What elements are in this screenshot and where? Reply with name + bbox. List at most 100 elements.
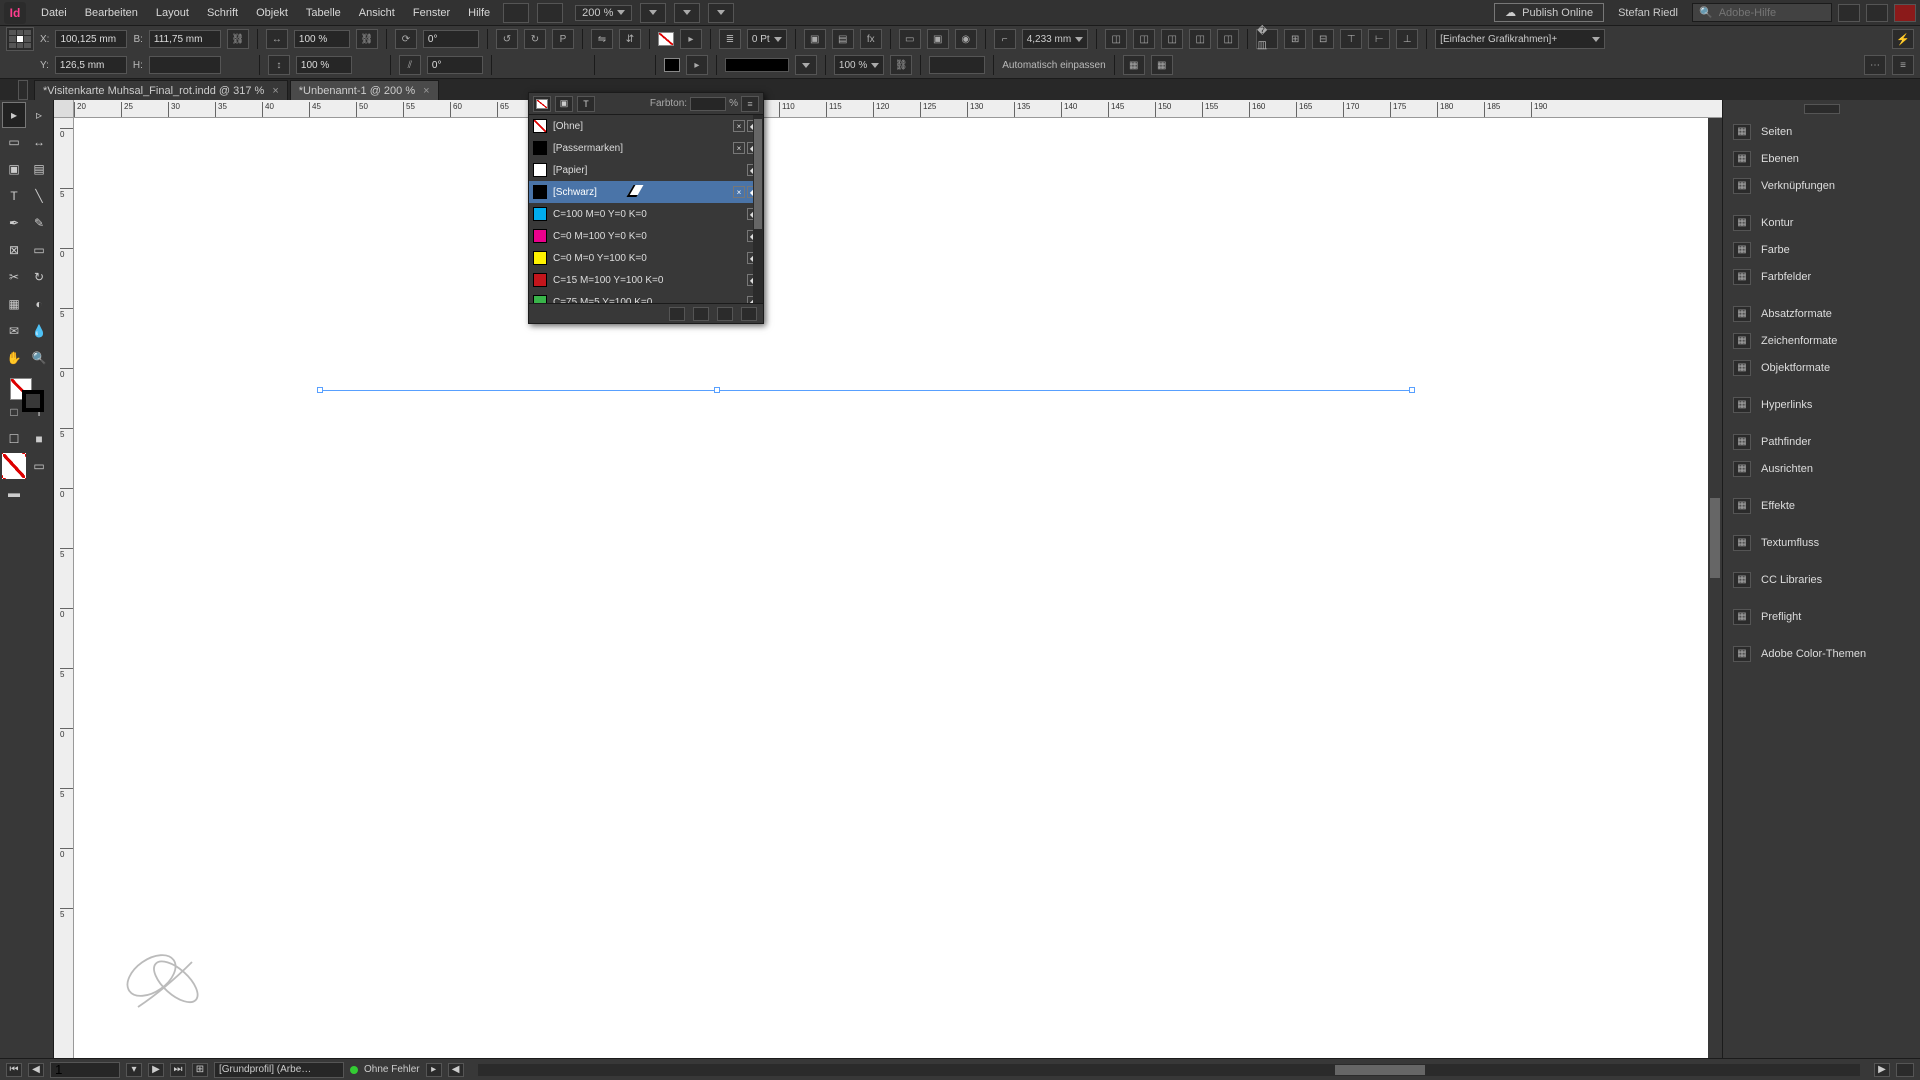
tint-input[interactable] xyxy=(690,97,726,111)
panel-button-ausrichten[interactable]: ▦Ausrichten xyxy=(1723,455,1920,482)
swatch-row[interactable]: C=15 M=100 Y=100 K=0◆ xyxy=(529,269,763,291)
flip-h-icon[interactable]: ⇋ xyxy=(591,29,613,49)
panel-button-farbfelder[interactable]: ▦Farbfelder xyxy=(1723,263,1920,290)
align-bottom-icon[interactable]: ⊥ xyxy=(1396,29,1418,49)
content-unassigned-icon[interactable]: fx xyxy=(860,29,882,49)
apply-color-icon[interactable]: ■ xyxy=(27,426,51,452)
content-text-icon[interactable]: ▤ xyxy=(832,29,854,49)
page-area[interactable] xyxy=(74,118,1722,1058)
canvas[interactable]: 2025303540455055606585909510010511011512… xyxy=(54,100,1722,1058)
publish-online-button[interactable]: ☁ Publish Online xyxy=(1494,3,1604,22)
collapse-tabs-icon[interactable] xyxy=(18,80,28,100)
selection-tool[interactable]: ▸ xyxy=(2,102,26,128)
character-mode-icon[interactable]: P xyxy=(552,29,574,49)
close-icon[interactable]: × xyxy=(272,85,278,97)
gradient-feather-tool[interactable]: ◐ xyxy=(27,291,51,317)
open-navigator-icon[interactable]: ⊞ xyxy=(192,1063,208,1077)
panel-button-objektformate[interactable]: ▦Objektformate xyxy=(1723,354,1920,381)
panel-button-adobe-color-themen[interactable]: ▦Adobe Color-Themen xyxy=(1723,640,1920,667)
page-number-input[interactable] xyxy=(50,1062,120,1078)
help-search[interactable]: 🔍 xyxy=(1692,3,1832,22)
shear-input[interactable] xyxy=(427,56,483,74)
fit-content-icon[interactable]: ◫ xyxy=(1105,29,1127,49)
ruler-vertical[interactable]: 05050505050505 xyxy=(54,118,74,1058)
align-center-icon[interactable]: ⊞ xyxy=(1284,29,1306,49)
menu-object[interactable]: Objekt xyxy=(247,1,297,25)
normal-view-icon[interactable]: ▭ xyxy=(27,453,51,479)
menu-table[interactable]: Tabelle xyxy=(297,1,350,25)
free-transform-tool[interactable]: ↻ xyxy=(27,264,51,290)
note-tool[interactable]: ✉ xyxy=(2,318,26,344)
stroke-weight-input[interactable]: 0 Pt xyxy=(747,29,787,49)
stroke-style-dropdown[interactable] xyxy=(795,55,817,75)
pencil-tool[interactable]: ✎ xyxy=(27,210,51,236)
w-input[interactable] xyxy=(149,30,221,48)
center-content-icon[interactable]: ◫ xyxy=(1217,29,1239,49)
panel-button-textumfluss[interactable]: ▦Textumfluss xyxy=(1723,529,1920,556)
panel-button-absatzformate[interactable]: ▦Absatzformate xyxy=(1723,300,1920,327)
last-spread-icon[interactable]: ⏭ xyxy=(170,1063,186,1077)
swatch-row[interactable]: [Ohne]×◆ xyxy=(529,115,763,137)
user-name[interactable]: Stefan Riedl xyxy=(1618,7,1678,19)
prev-spread-icon[interactable]: ◀ xyxy=(28,1063,44,1077)
swatch-row[interactable]: C=0 M=100 Y=0 K=0◆ xyxy=(529,225,763,247)
swatch-row[interactable]: [Passermarken]×◆ xyxy=(529,137,763,159)
rotate-input[interactable] xyxy=(423,30,479,48)
panel-button-kontur[interactable]: ▦Kontur xyxy=(1723,209,1920,236)
gpu-toggle-2[interactable] xyxy=(537,3,563,23)
align-right-icon[interactable]: ⊟ xyxy=(1312,29,1334,49)
delete-swatch-icon[interactable] xyxy=(741,307,757,321)
panel-button-farbe[interactable]: ▦Farbe xyxy=(1723,236,1920,263)
swatch-row[interactable]: C=100 M=0 Y=0 K=0◆ xyxy=(529,203,763,225)
fit-sx-input[interactable]: 100 % xyxy=(834,55,884,75)
y-input[interactable] xyxy=(55,56,127,74)
window-minimize[interactable] xyxy=(1838,4,1860,22)
fit-proportional-icon[interactable]: ◫ xyxy=(1161,29,1183,49)
first-spread-icon[interactable]: ⏮ xyxy=(6,1063,22,1077)
constrain-scale-icon[interactable]: ⛓ xyxy=(356,29,378,49)
misc-icon-2[interactable]: ▦ xyxy=(1151,55,1173,75)
zoom-level[interactable]: 200 % xyxy=(575,5,632,21)
fill-proxy-icon[interactable] xyxy=(533,96,551,112)
corner-options-icon[interactable]: ⌐ xyxy=(994,29,1016,49)
window-close[interactable] xyxy=(1894,4,1916,22)
auto-fit-label[interactable]: Automatisch einpassen xyxy=(1002,60,1105,71)
object-fill-icon[interactable]: ▣ xyxy=(555,96,573,112)
rectangle-tool[interactable]: ▭ xyxy=(27,237,51,263)
content-placer-tool[interactable]: ▤ xyxy=(27,156,51,182)
rectangle-frame-tool[interactable]: ⊠ xyxy=(2,237,26,263)
panel-button-seiten[interactable]: ▦Seiten xyxy=(1723,118,1920,145)
eyedropper-tool[interactable]: 💧 xyxy=(27,318,51,344)
opacity-input[interactable] xyxy=(929,56,985,74)
align-left-icon[interactable]: �皿 xyxy=(1256,29,1278,49)
scale-y-input[interactable] xyxy=(296,56,352,74)
show-swatches-icon[interactable] xyxy=(669,307,685,321)
panel-button-effekte[interactable]: ▦Effekte xyxy=(1723,492,1920,519)
panel-menu-icon[interactable]: ≡ xyxy=(741,96,759,112)
close-icon[interactable]: × xyxy=(423,85,429,97)
panel-button-ebenen[interactable]: ▦Ebenen xyxy=(1723,145,1920,172)
ruler-origin[interactable] xyxy=(54,100,74,118)
selection-handle[interactable] xyxy=(714,387,720,393)
page-tool[interactable]: ▭ xyxy=(2,129,26,155)
panel-button-verknüpfungen[interactable]: ▦Verknüpfungen xyxy=(1723,172,1920,199)
dock-collapse-icon[interactable] xyxy=(1804,104,1840,114)
preflight-menu-icon[interactable]: ▸ xyxy=(426,1063,442,1077)
document-tab-1[interactable]: *Unbenannt-1 @ 200 %× xyxy=(290,80,439,100)
new-swatch-group-icon[interactable] xyxy=(693,307,709,321)
stroke-style[interactable] xyxy=(725,58,789,72)
menu-edit[interactable]: Bearbeiten xyxy=(76,1,147,25)
status-next-icon[interactable]: ▶ xyxy=(1874,1063,1890,1077)
fill-stroke-proxy[interactable] xyxy=(2,372,51,418)
preflight-profile-combo[interactable]: [Grundprofil] (Arbe… xyxy=(214,1062,344,1078)
fill-dropdown-icon[interactable]: ▸ xyxy=(680,29,702,49)
status-prev-icon[interactable]: ◀ xyxy=(448,1063,464,1077)
hand-tool[interactable]: ✋ xyxy=(2,345,26,371)
panel-button-zeichenformate[interactable]: ▦Zeichenformate xyxy=(1723,327,1920,354)
text-fill-icon[interactable]: T xyxy=(577,96,595,112)
corner-radius-input[interactable]: 4,233 mm xyxy=(1022,29,1088,49)
gradient-swatch-tool[interactable]: ▦ xyxy=(2,291,26,317)
align-middle-icon[interactable]: ⊢ xyxy=(1368,29,1390,49)
object-style-combo[interactable]: [Einfacher Grafikrahmen]+ xyxy=(1435,29,1605,49)
swatch-scrollbar[interactable] xyxy=(753,115,763,303)
